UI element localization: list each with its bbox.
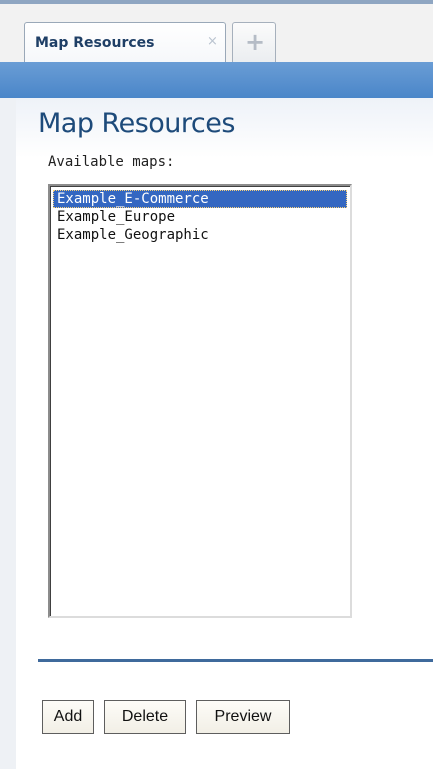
available-maps-label: Available maps: xyxy=(48,154,175,170)
tab-map-resources[interactable]: Map Resources × xyxy=(24,22,226,66)
left-edge xyxy=(0,98,16,769)
divider xyxy=(38,659,433,662)
tab-strip: Map Resources × + xyxy=(0,0,433,66)
list-item[interactable]: Example_E-Commerce xyxy=(53,190,347,208)
list-item[interactable]: Example_Europe xyxy=(53,208,347,226)
close-icon[interactable]: × xyxy=(207,35,218,49)
tab-label: Map Resources xyxy=(35,35,155,51)
list-item[interactable]: Example_Geographic xyxy=(53,226,347,244)
preview-button[interactable]: Preview xyxy=(196,700,290,734)
header-band xyxy=(0,62,433,98)
page-title: Map Resources xyxy=(38,108,235,139)
delete-button[interactable]: Delete xyxy=(104,700,186,734)
plus-icon: + xyxy=(245,28,266,56)
maps-listbox[interactable]: Example_E-Commerce Example_Europe Exampl… xyxy=(48,184,352,618)
new-tab-button[interactable]: + xyxy=(232,22,276,66)
add-button[interactable]: Add xyxy=(42,700,94,734)
